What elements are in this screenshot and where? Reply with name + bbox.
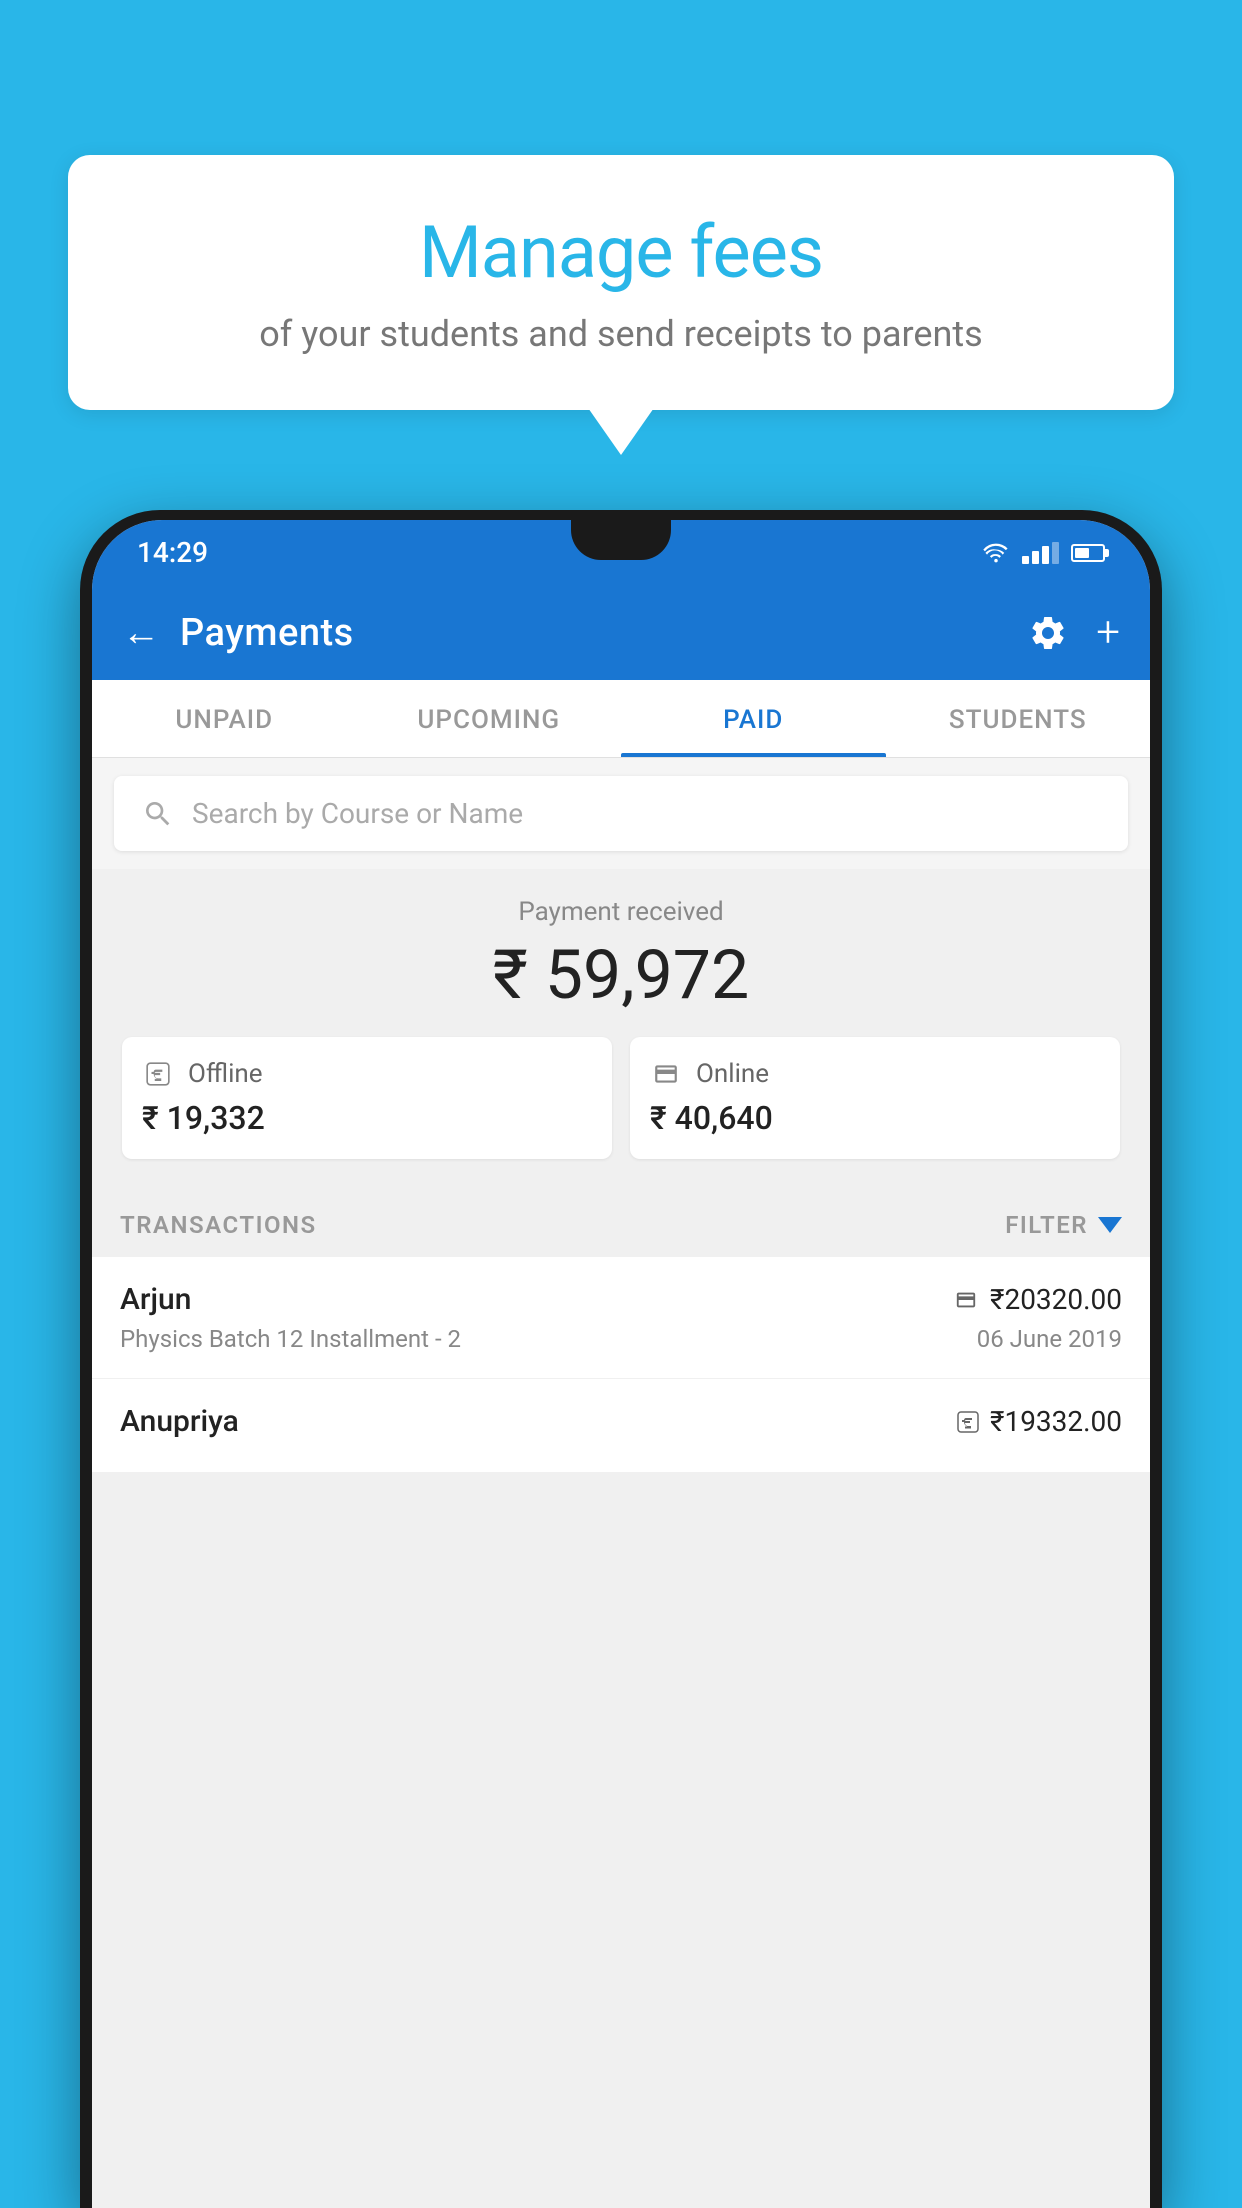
app-title: Payments — [180, 611, 354, 655]
transaction-name: Anupriya — [120, 1404, 239, 1439]
tab-upcoming[interactable]: UPCOMING — [357, 680, 622, 757]
settings-icon[interactable] — [1028, 613, 1068, 653]
offline-amount: ₹ 19,332 — [142, 1099, 592, 1137]
transaction-amount: ₹20320.00 — [990, 1283, 1122, 1316]
tab-students[interactable]: STUDENTS — [886, 680, 1151, 757]
payment-received-section: Payment received ₹ 59,972 Offline — [92, 869, 1150, 1189]
app-bar-left: ← Payments — [122, 611, 354, 655]
payment-type-card-icon — [952, 1289, 980, 1311]
online-payment-card: Online ₹ 40,640 — [630, 1037, 1120, 1159]
transactions-header: TRANSACTIONS FILTER — [92, 1189, 1150, 1257]
transaction-row[interactable]: Arjun ₹20320.00 Physics Batch 12 Install… — [92, 1257, 1150, 1379]
bubble-subtitle: of your students and send receipts to pa… — [128, 313, 1114, 355]
notch — [571, 520, 671, 560]
filter-label: FILTER — [1005, 1211, 1088, 1239]
transaction-amount-container: ₹19332.00 — [956, 1405, 1122, 1438]
offline-card-header: Offline — [142, 1059, 592, 1089]
add-button[interactable]: + — [1096, 612, 1120, 654]
bubble-title: Manage fees — [128, 210, 1114, 295]
speech-bubble: Manage fees of your students and send re… — [68, 155, 1174, 410]
transaction-amount: ₹19332.00 — [990, 1405, 1122, 1438]
phone-container: 14:29 — [80, 510, 1162, 2208]
filter-icon — [1098, 1217, 1122, 1233]
status-icons — [982, 542, 1105, 564]
online-icon — [650, 1061, 682, 1087]
battery-icon — [1071, 544, 1105, 562]
payment-cards: Offline ₹ 19,332 Online ₹ 4 — [122, 1037, 1120, 1159]
phone-frame: 14:29 — [80, 510, 1162, 2208]
online-card-header: Online — [650, 1059, 1100, 1089]
transaction-course: Physics Batch 12 Installment - 2 — [120, 1325, 461, 1353]
transaction-date: 06 June 2019 — [977, 1325, 1122, 1353]
search-placeholder-text: Search by Course or Name — [192, 797, 523, 830]
transaction-top: Anupriya ₹19332.00 — [120, 1404, 1122, 1439]
back-button[interactable]: ← — [122, 611, 160, 655]
app-bar-right: + — [1028, 612, 1120, 654]
transaction-name: Arjun — [120, 1282, 191, 1317]
search-icon — [142, 798, 174, 830]
phone-screen: 14:29 — [92, 520, 1150, 2208]
status-time: 14:29 — [137, 536, 208, 569]
app-bar: ← Payments + — [92, 585, 1150, 680]
signal-icon — [1022, 542, 1059, 564]
transaction-bottom: Physics Batch 12 Installment - 2 06 June… — [120, 1325, 1122, 1353]
payment-label: Payment received — [122, 897, 1120, 927]
transaction-top: Arjun ₹20320.00 — [120, 1282, 1122, 1317]
tab-paid[interactable]: PAID — [621, 680, 886, 757]
online-label: Online — [696, 1059, 769, 1089]
search-container: Search by Course or Name — [92, 758, 1150, 869]
payment-type-rupee-icon — [956, 1410, 980, 1434]
transactions-label: TRANSACTIONS — [120, 1211, 317, 1239]
offline-label: Offline — [188, 1059, 263, 1089]
payment-total-amount: ₹ 59,972 — [122, 935, 1120, 1015]
offline-payment-card: Offline ₹ 19,332 — [122, 1037, 612, 1159]
transaction-amount-container: ₹20320.00 — [952, 1283, 1122, 1316]
tab-unpaid[interactable]: UNPAID — [92, 680, 357, 757]
status-bar: 14:29 — [92, 520, 1150, 585]
wifi-icon — [982, 542, 1010, 564]
filter-container[interactable]: FILTER — [1005, 1211, 1122, 1239]
transaction-row[interactable]: Anupriya ₹19332.00 — [92, 1379, 1150, 1473]
search-bar[interactable]: Search by Course or Name — [114, 776, 1128, 851]
speech-bubble-container: Manage fees of your students and send re… — [68, 155, 1174, 410]
offline-icon — [142, 1061, 174, 1087]
online-amount: ₹ 40,640 — [650, 1099, 1100, 1137]
tabs-container: UNPAID UPCOMING PAID STUDENTS — [92, 680, 1150, 758]
